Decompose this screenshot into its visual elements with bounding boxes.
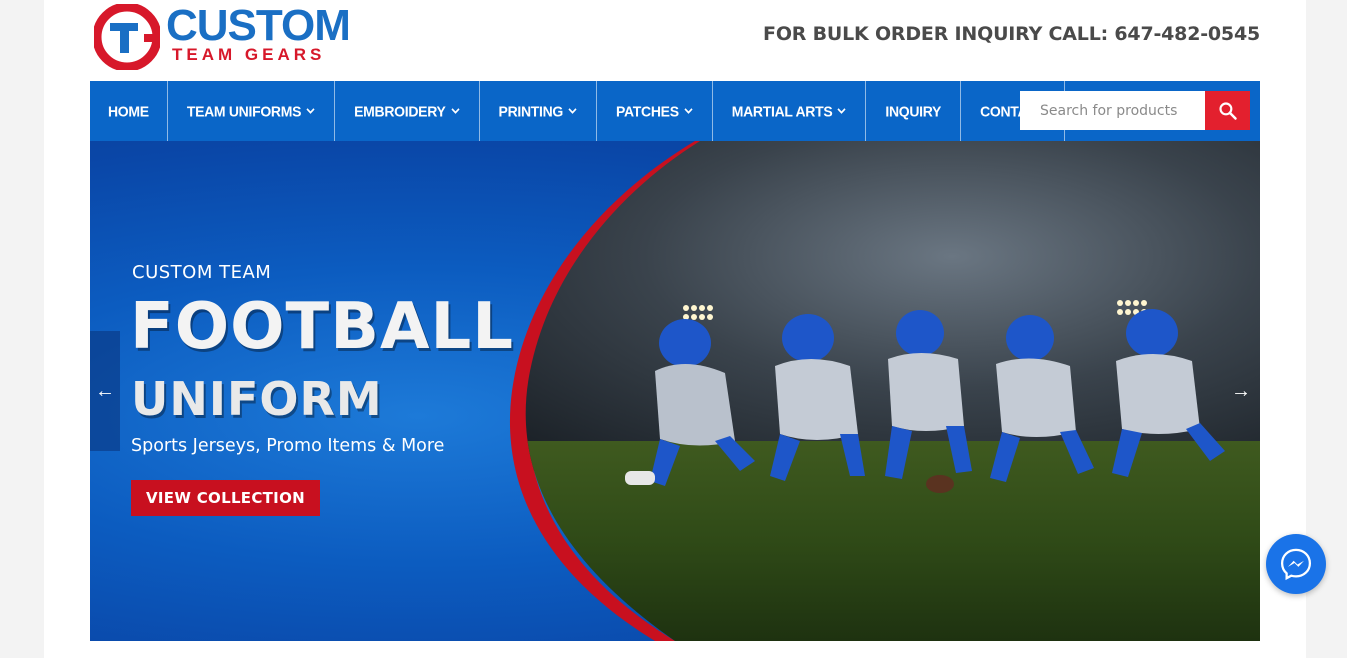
nav-item-inquiry[interactable]: INQUIRY	[866, 78, 962, 144]
nav-item-label: MARTIAL ARTS	[731, 102, 833, 120]
hero-slider: CUSTOM TEAM FOOTBALL UNIFORM Sports Jers…	[90, 141, 1260, 641]
hero-title-line1: FOOTBALL	[130, 290, 515, 364]
nav-item-martial-arts[interactable]: MARTIAL ARTS	[713, 78, 867, 144]
chevron-down-icon	[568, 106, 577, 117]
view-collection-button[interactable]: VIEW COLLECTION	[131, 480, 320, 516]
nav-item-label: PRINTING	[498, 102, 564, 120]
nav-item-label: TEAM UNIFORMS	[186, 102, 302, 120]
nav-item-label: PATCHES	[616, 102, 679, 120]
nav-item-home[interactable]: HOME	[90, 78, 168, 144]
search-button[interactable]	[1205, 91, 1250, 130]
hero-kicker: CUSTOM TEAM	[132, 262, 272, 283]
search-input[interactable]	[1020, 91, 1205, 130]
messenger-icon	[1280, 548, 1312, 581]
logo-name-line2: TEAM GEARS	[172, 45, 326, 64]
nav-item-embroidery[interactable]: EMBROIDERY	[335, 78, 480, 144]
logo-name-line1: CUSTOM	[166, 1, 351, 50]
nav-item-label: HOME	[108, 102, 149, 120]
hero-title-line2: UNIFORM	[131, 372, 383, 426]
chevron-down-icon	[450, 106, 460, 117]
slider-next-arrow[interactable]: →	[1226, 371, 1256, 411]
nav-item-printing[interactable]: PRINTING	[480, 78, 598, 144]
page-container: CUSTOM TEAM GEARS FOR BULK ORDER INQUIRY…	[44, 0, 1306, 658]
nav-item-patches[interactable]: PATCHES	[597, 78, 713, 144]
logo-mark-icon	[94, 4, 160, 70]
nav-item-label: EMBROIDERY	[354, 102, 446, 120]
chevron-down-icon	[837, 106, 846, 117]
chevron-down-icon	[684, 106, 693, 117]
chevron-down-icon	[306, 106, 315, 117]
hero-subtitle: Sports Jerseys, Promo Items & More	[131, 436, 445, 456]
messenger-chat-button[interactable]	[1266, 534, 1326, 594]
search-icon	[1218, 101, 1237, 120]
bulk-order-phone[interactable]: FOR BULK ORDER INQUIRY CALL: 647-482-054…	[763, 23, 1260, 45]
site-logo[interactable]: CUSTOM TEAM GEARS	[94, 4, 351, 70]
nav-item-label: INQUIRY	[885, 102, 942, 120]
slider-prev-arrow[interactable]: ←	[90, 331, 120, 451]
nav-item-team-uniforms[interactable]: TEAM UNIFORMS	[168, 78, 336, 144]
